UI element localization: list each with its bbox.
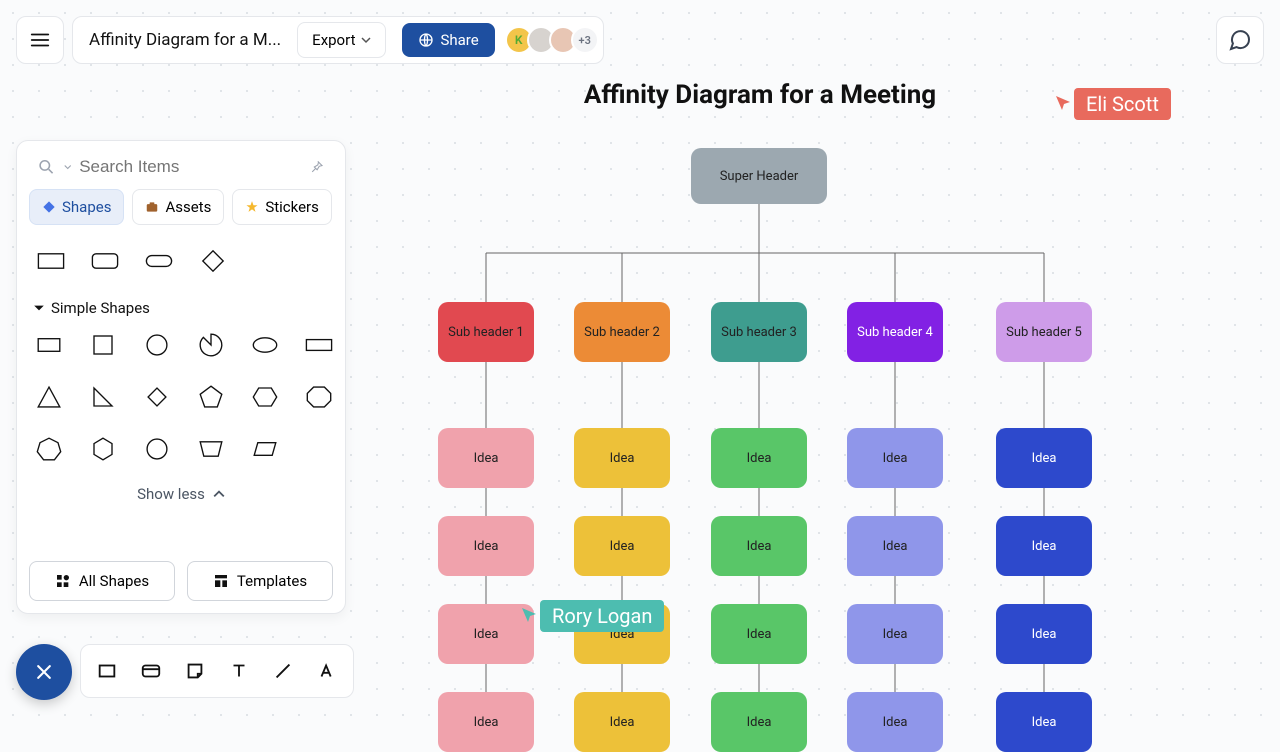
shape-rect[interactable] bbox=[31, 327, 67, 363]
search-input[interactable] bbox=[79, 157, 300, 177]
shape-wide-rect[interactable] bbox=[301, 327, 337, 363]
node-sub-header[interactable]: Sub header 5 bbox=[996, 302, 1092, 362]
shape-rect[interactable] bbox=[33, 243, 69, 279]
share-label: Share bbox=[440, 31, 478, 49]
chat-icon bbox=[1228, 28, 1252, 52]
section-simple-shapes[interactable]: Simple Shapes bbox=[29, 293, 333, 327]
shape-pill[interactable] bbox=[141, 243, 177, 279]
templates-icon bbox=[213, 573, 229, 589]
tool-rect[interactable] bbox=[87, 651, 127, 691]
all-shapes-button[interactable]: All Shapes bbox=[29, 561, 175, 601]
shape-pentagon[interactable] bbox=[193, 379, 229, 415]
show-less-button[interactable]: Show less bbox=[29, 477, 333, 521]
node-idea[interactable]: Idea bbox=[996, 692, 1092, 752]
shape-heptagon[interactable] bbox=[31, 431, 67, 467]
shapes-panel: Shapes Assets Stickers Simple Shapes bbox=[16, 140, 346, 614]
node-sub-header[interactable]: Sub header 1 bbox=[438, 302, 534, 362]
shape-circle[interactable] bbox=[139, 327, 175, 363]
node-idea[interactable]: Idea bbox=[574, 516, 670, 576]
templates-button[interactable]: Templates bbox=[187, 561, 333, 601]
chat-button[interactable] bbox=[1216, 16, 1264, 64]
node-idea[interactable]: Idea bbox=[574, 692, 670, 752]
node-sub-header[interactable]: Sub header 2 bbox=[574, 302, 670, 362]
tool-pen[interactable] bbox=[307, 651, 347, 691]
export-button[interactable]: Export bbox=[297, 22, 386, 58]
node-idea[interactable]: Idea bbox=[438, 428, 534, 488]
node-sub-header[interactable]: Sub header 4 bbox=[847, 302, 943, 362]
pin-icon[interactable] bbox=[308, 158, 325, 176]
search-icon bbox=[37, 157, 56, 177]
node-idea[interactable]: Idea bbox=[847, 428, 943, 488]
chevron-down-icon bbox=[361, 35, 371, 45]
shape-trapezoid[interactable] bbox=[193, 431, 229, 467]
globe-icon bbox=[418, 32, 434, 48]
shape-square[interactable] bbox=[85, 327, 121, 363]
close-panel-button[interactable] bbox=[16, 644, 72, 700]
shape-right-triangle[interactable] bbox=[85, 379, 121, 415]
collaborator-avatars: K +3 bbox=[511, 26, 599, 54]
chevron-up-icon bbox=[213, 488, 225, 500]
doc-title[interactable]: Affinity Diagram for a M... bbox=[89, 30, 281, 50]
cursor-eli: Eli Scott bbox=[1054, 88, 1171, 120]
node-idea[interactable]: Idea bbox=[711, 604, 807, 664]
shape-triangle[interactable] bbox=[31, 379, 67, 415]
node-idea[interactable]: Idea bbox=[574, 428, 670, 488]
tool-text[interactable] bbox=[219, 651, 259, 691]
close-icon bbox=[34, 662, 54, 682]
tab-stickers[interactable]: Stickers bbox=[232, 189, 332, 225]
shape-octagon2[interactable] bbox=[139, 431, 175, 467]
node-idea[interactable]: Idea bbox=[847, 516, 943, 576]
shapes-icon bbox=[55, 573, 71, 589]
cursor-rory: Rory Logan bbox=[520, 600, 664, 632]
cursor-icon bbox=[1054, 94, 1074, 114]
node-sub-header[interactable]: Sub header 3 bbox=[711, 302, 807, 362]
node-idea[interactable]: Idea bbox=[711, 428, 807, 488]
shape-ellipse[interactable] bbox=[247, 327, 283, 363]
tool-card[interactable] bbox=[131, 651, 171, 691]
canvas-title: Affinity Diagram for a Meeting bbox=[584, 80, 936, 110]
menu-button[interactable] bbox=[16, 16, 64, 64]
export-label: Export bbox=[312, 31, 355, 49]
title-bar: Affinity Diagram for a M... Export Share… bbox=[72, 16, 604, 64]
node-idea[interactable]: Idea bbox=[438, 692, 534, 752]
avatar-more[interactable]: +3 bbox=[571, 26, 599, 54]
shape-rounded-rect[interactable] bbox=[87, 243, 123, 279]
shape-diamond[interactable] bbox=[195, 243, 231, 279]
shape-hexagon2[interactable] bbox=[85, 431, 121, 467]
node-idea[interactable]: Idea bbox=[711, 516, 807, 576]
caret-down-icon bbox=[33, 302, 45, 314]
bottom-toolbar bbox=[80, 644, 354, 698]
tab-assets[interactable]: Assets bbox=[132, 189, 224, 225]
tab-shapes[interactable]: Shapes bbox=[29, 189, 124, 225]
briefcase-icon bbox=[145, 200, 159, 214]
chevron-down-icon bbox=[64, 163, 71, 171]
shape-hexagon[interactable] bbox=[247, 379, 283, 415]
node-idea[interactable]: Idea bbox=[847, 604, 943, 664]
share-button[interactable]: Share bbox=[402, 23, 494, 57]
shape-parallelogram[interactable] bbox=[247, 431, 283, 467]
shape-octagon[interactable] bbox=[301, 379, 337, 415]
tool-sticky[interactable] bbox=[175, 651, 215, 691]
diamond-icon bbox=[42, 200, 56, 214]
hamburger-icon bbox=[29, 29, 51, 51]
shape-diamond-small[interactable] bbox=[139, 379, 175, 415]
shape-pie[interactable] bbox=[193, 327, 229, 363]
tool-line[interactable] bbox=[263, 651, 303, 691]
cursor-icon bbox=[520, 606, 540, 626]
node-super-header[interactable]: Super Header bbox=[691, 148, 827, 204]
node-idea[interactable]: Idea bbox=[996, 516, 1092, 576]
node-idea[interactable]: Idea bbox=[996, 428, 1092, 488]
node-idea[interactable]: Idea bbox=[438, 516, 534, 576]
node-idea[interactable]: Idea bbox=[711, 692, 807, 752]
star-icon bbox=[245, 200, 259, 214]
node-idea[interactable]: Idea bbox=[996, 604, 1092, 664]
node-idea[interactable]: Idea bbox=[847, 692, 943, 752]
